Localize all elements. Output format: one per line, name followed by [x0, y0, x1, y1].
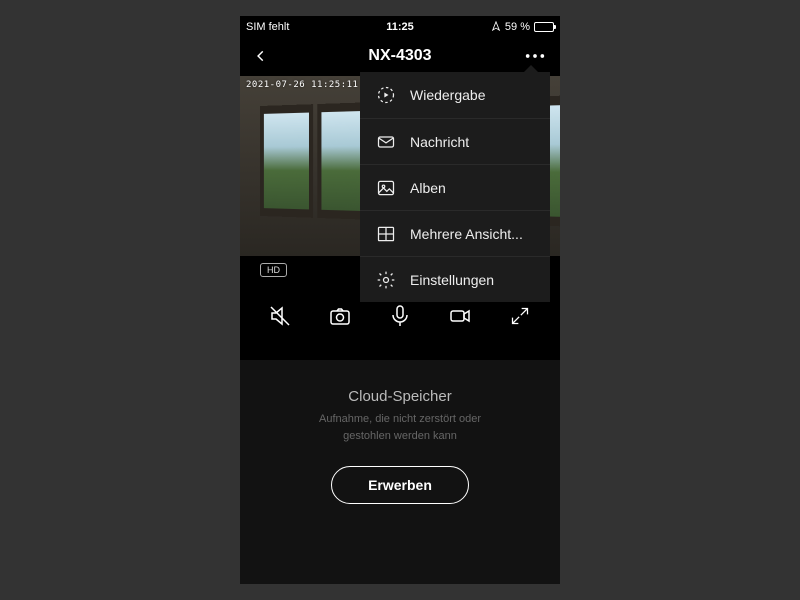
status-bar: SIM fehlt 11:25 59 % — [240, 18, 560, 36]
phone-screen: SIM fehlt 11:25 59 % NX-4303 2021-07-26 … — [240, 16, 560, 584]
clock: 11:25 — [386, 21, 414, 33]
menu-item-message[interactable]: Nachricht — [360, 118, 550, 164]
context-menu: Wiedergabe Nachricht Alben Mehrere Ansic… — [360, 72, 550, 302]
more-button[interactable] — [524, 52, 546, 60]
purchase-button[interactable]: Erwerben — [331, 466, 469, 504]
video-timestamp: 2021-07-26 11:25:11 — [246, 80, 358, 90]
menu-item-playback[interactable]: Wiedergabe — [360, 72, 550, 118]
image-icon — [376, 178, 396, 198]
cloud-storage-panel: Cloud-Speicher Aufnahme, die nicht zerst… — [240, 360, 560, 584]
grid-icon — [376, 224, 396, 244]
cloud-subtitle: Aufnahme, die nicht zerstört oder gestoh… — [240, 411, 560, 444]
menu-item-settings[interactable]: Einstellungen — [360, 256, 550, 302]
cloud-title: Cloud-Speicher — [240, 388, 560, 405]
menu-item-multiview[interactable]: Mehrere Ansicht... — [360, 210, 550, 256]
nav-bar: NX-4303 — [240, 36, 560, 76]
back-button[interactable] — [254, 46, 268, 66]
mail-icon — [376, 132, 396, 152]
menu-label: Wiedergabe — [410, 87, 486, 103]
location-icon — [491, 21, 501, 34]
menu-label: Alben — [410, 180, 446, 196]
battery-icon — [534, 22, 554, 32]
mute-button[interactable] — [258, 294, 302, 338]
battery-pct: 59 % — [505, 21, 530, 33]
playback-icon — [376, 85, 396, 105]
menu-label: Nachricht — [410, 134, 469, 150]
menu-label: Einstellungen — [410, 272, 494, 288]
carrier-text: SIM fehlt — [246, 21, 289, 33]
menu-item-albums[interactable]: Alben — [360, 164, 550, 210]
snapshot-button[interactable] — [318, 294, 362, 338]
quality-badge[interactable]: HD — [260, 263, 287, 277]
page-title: NX-4303 — [368, 47, 431, 65]
menu-label: Mehrere Ansicht... — [410, 226, 523, 242]
gear-icon — [376, 270, 396, 290]
